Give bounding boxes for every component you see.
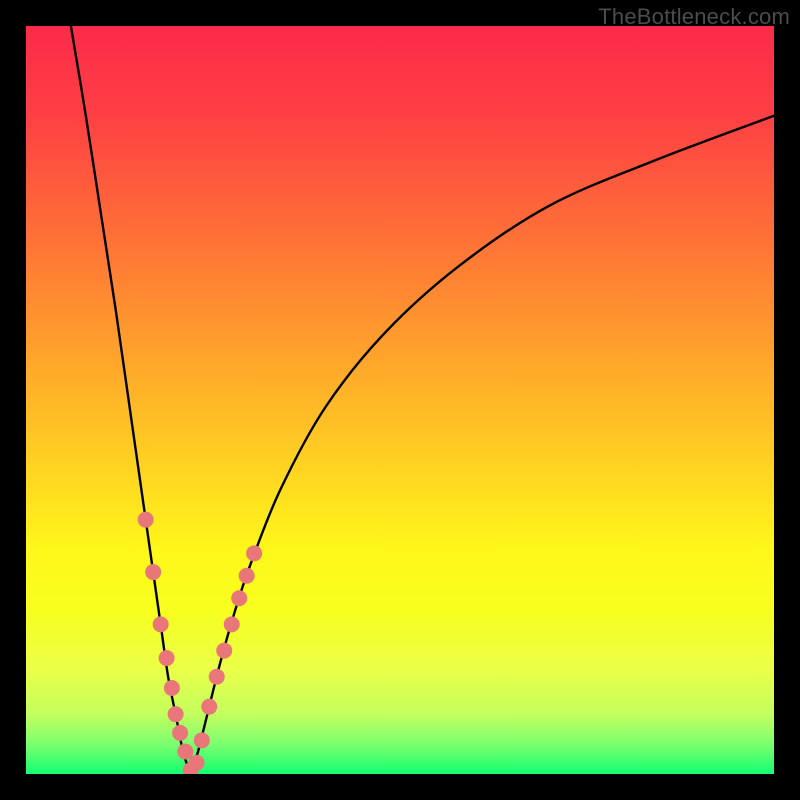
marker-dot — [164, 680, 180, 696]
marker-dot — [201, 699, 217, 715]
marker-dot — [194, 732, 210, 748]
marker-dot — [153, 616, 169, 632]
marker-dot — [172, 725, 188, 741]
curve-layer — [26, 26, 774, 774]
plot-area — [26, 26, 774, 774]
chart-stage: TheBottleneck.com — [0, 0, 800, 800]
marker-dots — [138, 512, 262, 774]
marker-dot — [138, 512, 154, 528]
marker-dot — [216, 643, 232, 659]
marker-dot — [209, 669, 225, 685]
curve-right-branch — [191, 116, 774, 774]
marker-dot — [168, 706, 184, 722]
marker-dot — [145, 564, 161, 580]
marker-dot — [189, 755, 205, 771]
watermark-text: TheBottleneck.com — [598, 4, 790, 30]
marker-dot — [239, 568, 255, 584]
marker-dot — [246, 545, 262, 561]
marker-dot — [224, 616, 240, 632]
marker-dot — [231, 590, 247, 606]
marker-dot — [159, 650, 175, 666]
